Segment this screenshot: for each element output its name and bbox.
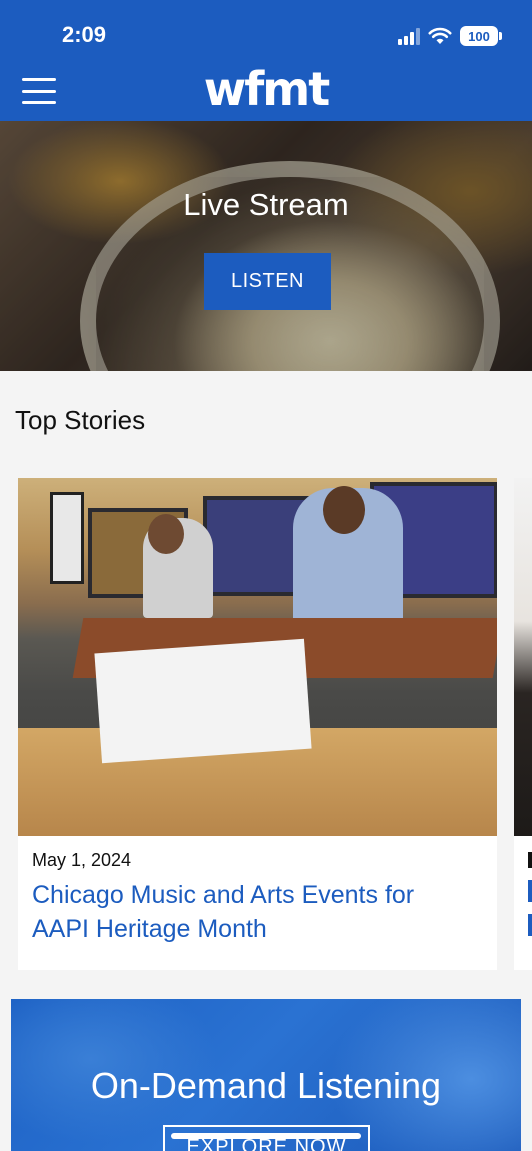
- status-icons: 100: [398, 24, 502, 48]
- story-card-next-peek[interactable]: [514, 478, 532, 970]
- listen-button[interactable]: LISTEN: [204, 253, 331, 310]
- battery-icon: 100: [460, 26, 502, 46]
- story-card[interactable]: May 1, 2024 Chicago Music and Arts Event…: [18, 478, 497, 970]
- on-demand-banner: On-Demand Listening EXPLORE NOW: [11, 999, 521, 1151]
- section-title-top-stories: Top Stories: [15, 405, 146, 435]
- signal-icon: [398, 27, 420, 45]
- story-image: [18, 478, 497, 836]
- wfmt-logo[interactable]: wfmt: [0, 62, 532, 116]
- story-date: May 1, 2024: [32, 850, 132, 870]
- hero-title: Live Stream: [183, 187, 349, 222]
- on-demand-title: On-Demand Listening: [90, 1065, 442, 1106]
- story-title-link[interactable]: Chicago Music and Arts Events for AAPI H…: [32, 878, 472, 946]
- story-image-peek: [514, 478, 532, 836]
- home-indicator: [171, 1133, 361, 1139]
- app-screen: 2:09 100 wfmt Live Stream LISTEN Top Sto…: [0, 0, 532, 1151]
- status-time: 2:09: [62, 22, 107, 47]
- live-stream-hero: Live Stream LISTEN: [0, 121, 532, 371]
- wifi-icon: [428, 27, 452, 44]
- top-bar: 2:09 100 wfmt: [0, 0, 532, 121]
